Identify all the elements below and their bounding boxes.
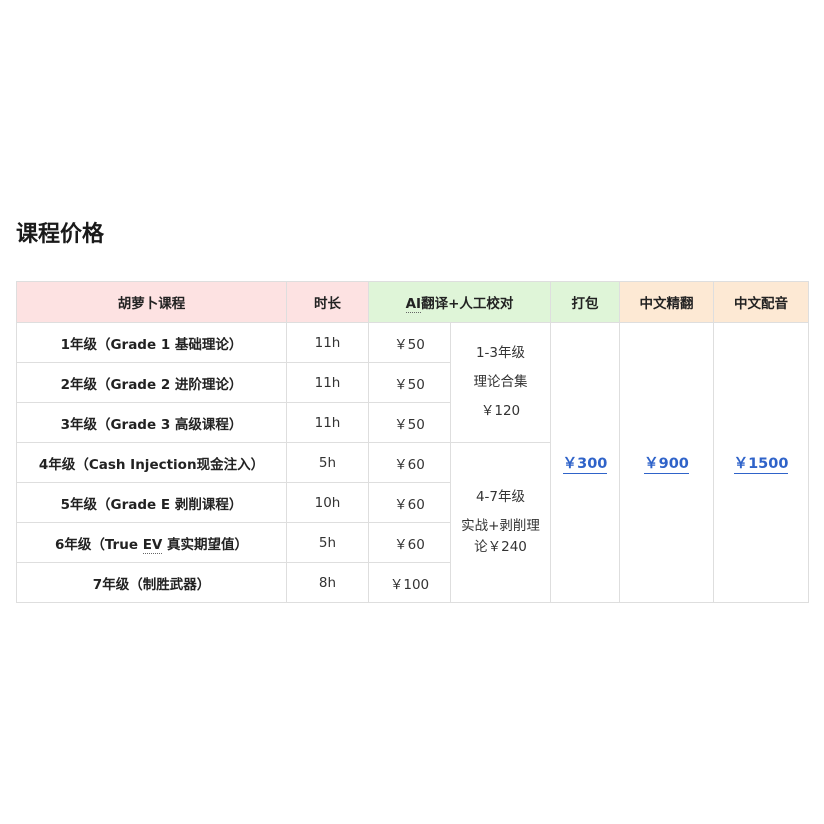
group-label: 4-7年级 [475,489,526,506]
ev-abbreviation[interactable]: EV [142,536,163,554]
course-duration: 5h [286,522,369,563]
group-4-7-bundle: 4-7年级 实战+剥削理 论￥240 [449,442,552,603]
course-duration: 11h [286,322,369,363]
course-name: 5年级（Grade E 剥削课程） [16,482,287,523]
price-table: 胡萝卜课程 时长 AI翻译+人工校对 打包 中文精翻 中文配音 1年级（Grad… [16,281,810,603]
section-title: 课程价格 [16,222,105,247]
course-duration: 11h [286,362,369,403]
group-price: ￥120 [480,402,521,419]
course-name: 4年级（Cash Injection现金注入） [16,442,287,483]
group-label: 1-3年级 [475,345,526,362]
group-price: 论￥240 [474,538,527,555]
header-row: 胡萝卜课程 时长 AI翻译+人工校对 打包 中文精翻 中文配音 [16,281,810,323]
ai-abbreviation[interactable]: AI [405,296,422,313]
header-ai-rest: 翻译+人工校对 [421,296,514,312]
table-row: 1年级（Grade 1 基础理论） 11h ￥50 1-3年级 理论合集 ￥12… [16,322,810,603]
header-ai-translation: AI翻译+人工校对 [367,281,552,323]
cn-dub-price-link[interactable]: ￥1500 [733,456,789,474]
course-duration: 10h [286,482,369,523]
header-cn-fine: 中文精翻 [619,281,715,323]
group-desc: 实战+剥削理 [461,518,540,535]
cn-fine-price-cell: ￥900 [619,322,715,603]
course-name: 3年级（Grade 3 高级课程） [16,402,287,443]
group-desc: 理论合集 [473,374,528,391]
header-course: 胡萝卜课程 [16,281,287,323]
cn-fine-price-link[interactable]: ￥900 [644,456,689,474]
pricing-section: 课程价格 胡萝卜课程 时长 AI翻译+人工校对 打包 中文精翻 中文配音 1年级… [16,218,810,603]
course-duration: 11h [286,402,369,443]
course-name: 7年级（制胜武器） [16,562,287,603]
bundle-price-cell: ￥300 [550,322,621,603]
header-cn-dub: 中文配音 [713,281,810,323]
ai-price: ￥60 [368,442,451,483]
course-name-pre: 6年级（True [54,536,143,553]
bundle-price-link[interactable]: ￥300 [562,456,608,474]
ai-price: ￥50 [368,362,451,403]
group-1-3-bundle: 1-3年级 理论合集 ￥120 [449,322,552,443]
course-name-post: 真实期望值） [162,536,249,553]
cn-dub-price-cell: ￥1500 [713,322,810,603]
ai-price: ￥50 [368,322,451,363]
ai-price: ￥60 [368,482,451,523]
course-name: 6年级（True EV 真实期望值） [16,522,287,563]
course-name: 1年级（Grade 1 基础理论） [16,322,287,363]
ai-price: ￥100 [368,562,451,603]
ai-price: ￥50 [368,402,451,443]
course-duration: 8h [286,562,369,603]
header-bundle: 打包 [550,281,621,323]
course-duration: 5h [286,442,369,483]
header-duration: 时长 [286,281,369,323]
course-name: 2年级（Grade 2 进阶理论） [16,362,287,403]
ai-price: ￥60 [368,522,451,563]
